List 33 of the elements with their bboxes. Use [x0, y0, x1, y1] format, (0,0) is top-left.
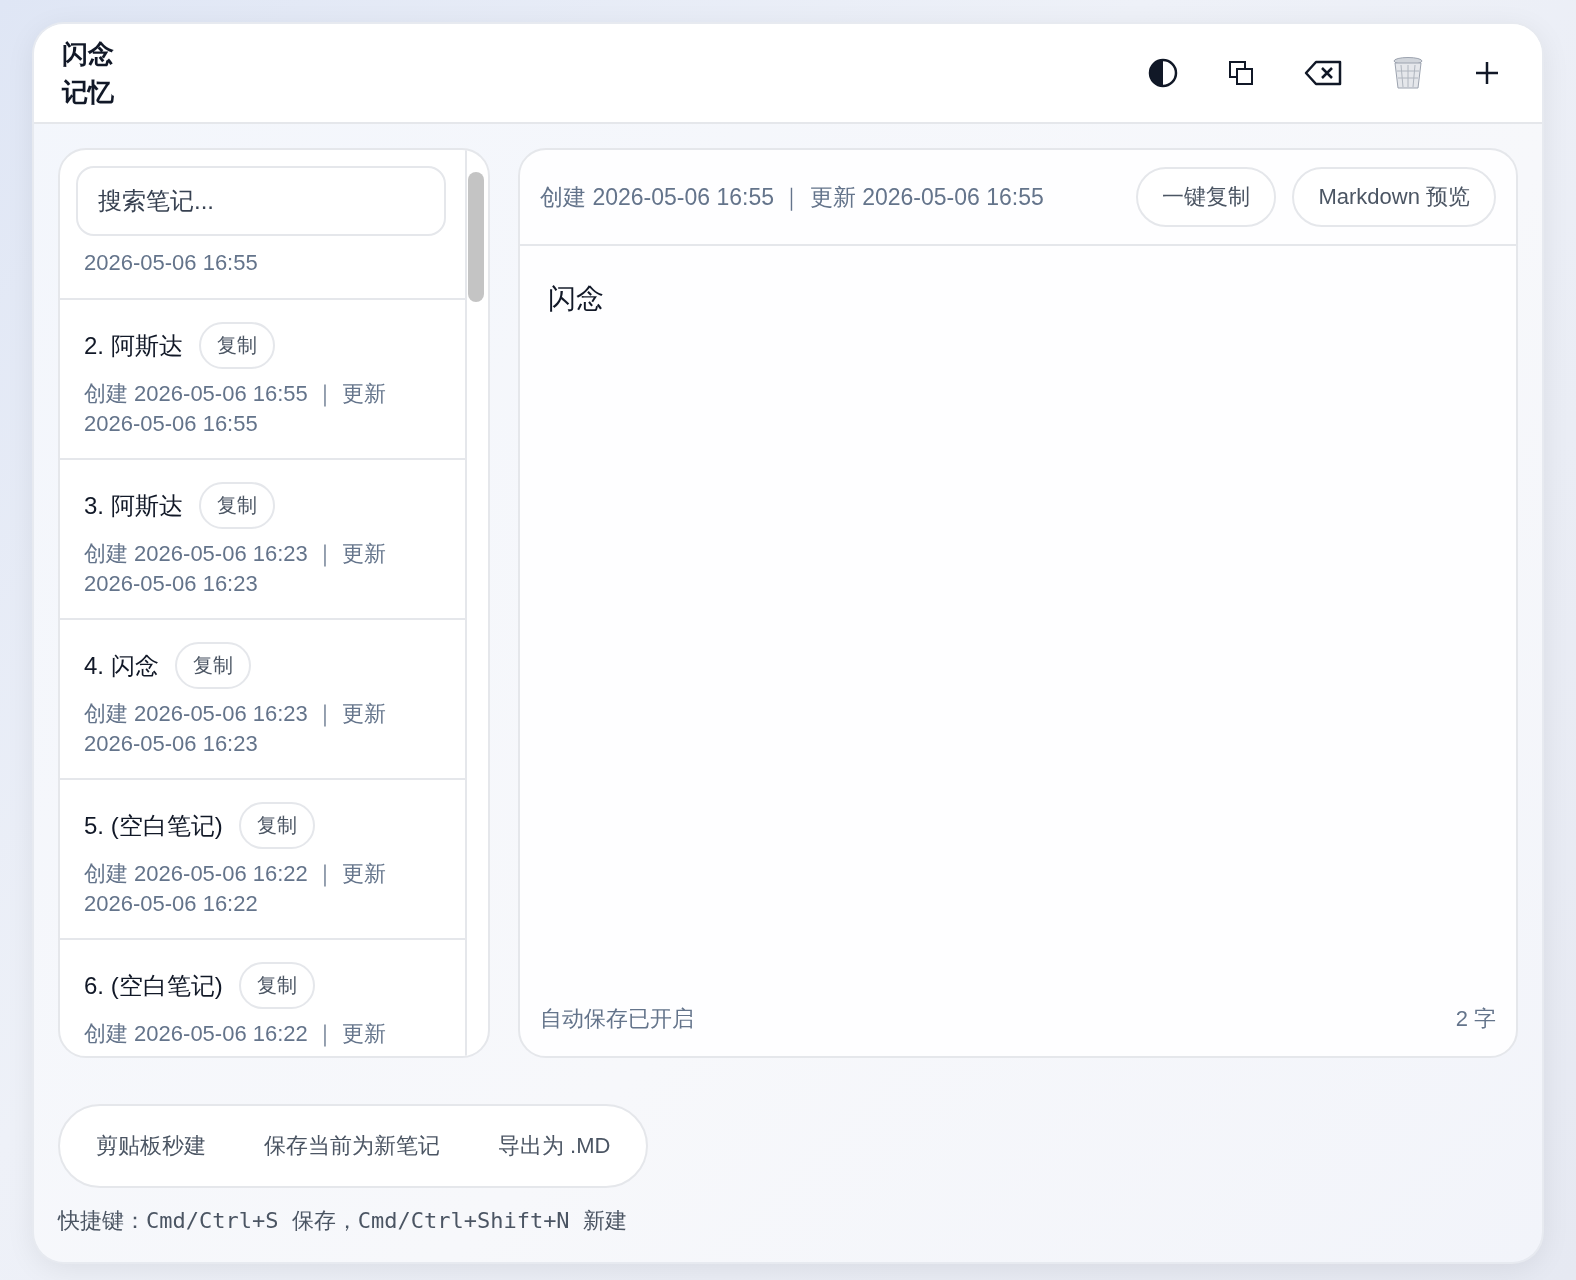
action-button[interactable]: 导出为 .MD	[472, 1121, 637, 1171]
copy-icon[interactable]	[1228, 60, 1254, 86]
note-timestamps: 创建 2026-05-06 16:22 ｜ 更新 2026-05-06 16:22	[84, 860, 388, 918]
toolbar-button[interactable]: Markdown 预览	[1292, 167, 1496, 227]
note-timestamps: 2026-05-06 16:55	[84, 249, 258, 277]
app-title: 闪念记忆	[62, 38, 115, 109]
copy-button[interactable]: 复制	[198, 482, 275, 529]
action-button[interactable]: 剪贴板秒建	[70, 1121, 232, 1171]
note-timestamps: 创建 2026-05-06 16:23 ｜ 更新 2026-05-06 16:23	[84, 540, 388, 598]
note-title[interactable]: 4. 闪念	[84, 649, 159, 682]
copy-button[interactable]: 复制	[174, 642, 251, 689]
note-timestamps: 创建 2026-05-06 16:55 ｜ 更新 2026-05-06 16:55	[540, 182, 1045, 213]
action-button[interactable]: 保存当前为新笔记	[238, 1121, 466, 1171]
toolbar-button[interactable]: 一键复制	[1136, 167, 1277, 227]
copy-button[interactable]: 复制	[198, 322, 275, 369]
note-content[interactable]: 闪念	[548, 280, 1488, 318]
contrast-icon[interactable]	[1148, 58, 1178, 88]
shortcut-hint: 快捷键：Cmd/Ctrl+S 保存，Cmd/Ctrl+Shift+N 新建	[58, 1207, 627, 1235]
note-timestamps: 创建 2026-05-06 16:22 ｜ 更新	[84, 1020, 388, 1049]
note-title[interactable]: 6. (空白笔记)	[84, 969, 223, 1002]
copy-button[interactable]: 复制	[238, 802, 315, 849]
note-timestamps: 创建 2026-05-06 16:23 ｜ 更新 2026-05-06 16:23	[84, 700, 388, 758]
scrollbar-thumb[interactable]	[468, 172, 484, 302]
autosave-status: 自动保存已开启	[540, 1005, 694, 1033]
note-timestamps: 创建 2026-05-06 16:55 ｜ 更新 2026-05-06 16:55	[84, 380, 388, 438]
character-count: 2 字	[1455, 1005, 1496, 1033]
search-field[interactable]: 搜索笔记...	[76, 166, 446, 236]
note-title[interactable]: 5. (空白笔记)	[84, 809, 223, 842]
note-title[interactable]: 2. 阿斯达	[84, 329, 183, 362]
backspace-icon[interactable]	[1304, 60, 1342, 86]
note-title[interactable]: 3. 阿斯达	[84, 489, 183, 522]
plus-icon[interactable]	[1474, 60, 1500, 86]
copy-button[interactable]: 复制	[238, 962, 315, 1009]
